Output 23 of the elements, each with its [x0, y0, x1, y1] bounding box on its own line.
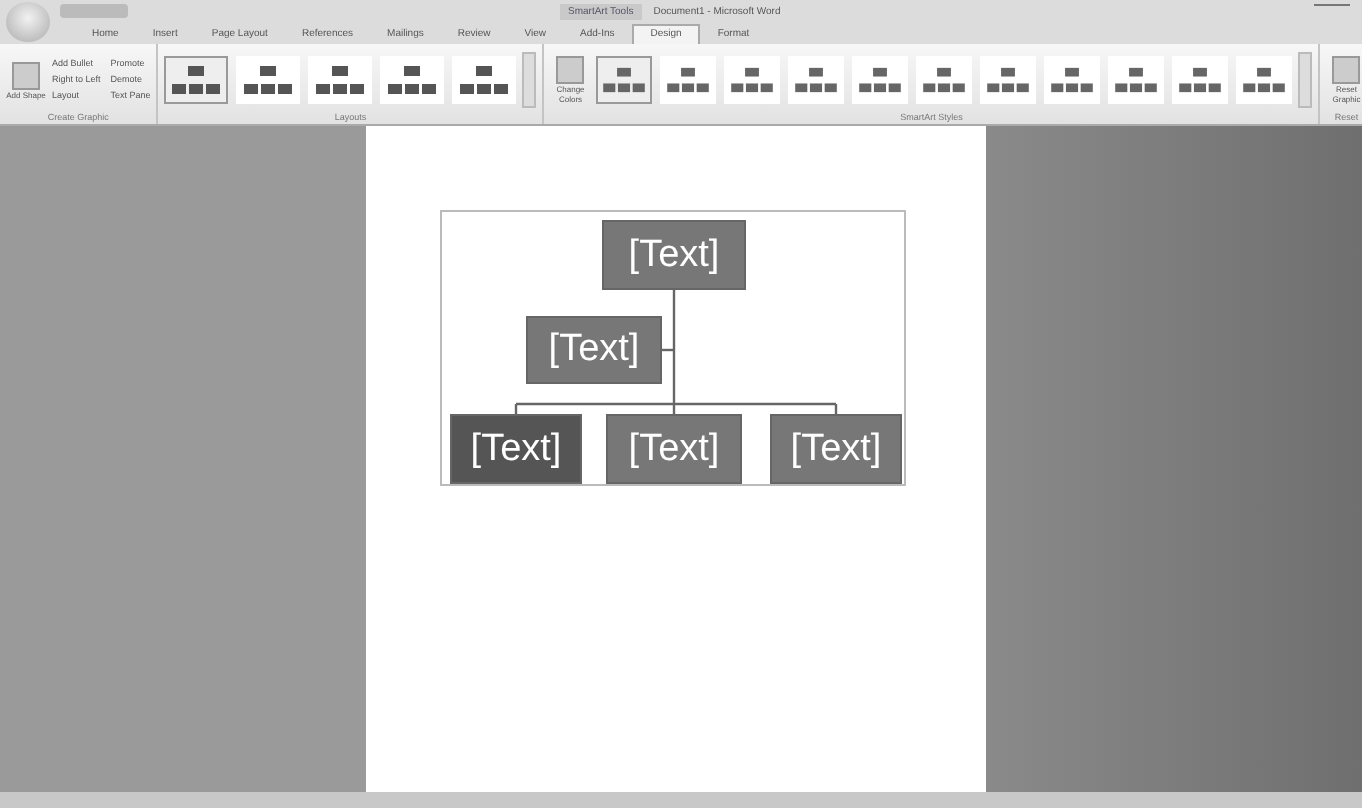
- style-thumbnail[interactable]: [788, 56, 845, 104]
- style-thumbnail[interactable]: [980, 56, 1037, 104]
- style-thumbnail[interactable]: [1044, 56, 1101, 104]
- style-thumbnail[interactable]: [1236, 56, 1293, 104]
- top-text-box[interactable]: [Text]: [602, 220, 746, 290]
- layout-thumbnail[interactable]: [380, 56, 445, 104]
- child-text-box[interactable]: [Text]: [606, 414, 742, 484]
- layout-thumbnail[interactable]: [236, 56, 301, 104]
- child-text-box[interactable]: [Text]: [770, 414, 902, 484]
- style-thumbnail[interactable]: [1108, 56, 1165, 104]
- assistant-text-box[interactable]: [Text]: [526, 316, 662, 384]
- style-thumbnail[interactable]: [660, 56, 717, 104]
- assistant-connector-line: [662, 348, 674, 352]
- smartart-frame[interactable]: [Text] [Text] [Text] [Text] [Text]: [440, 210, 906, 486]
- style-thumbnail[interactable]: [852, 56, 909, 104]
- layout-thumbnail[interactable]: [452, 56, 517, 104]
- layout-thumbnail[interactable]: [164, 56, 229, 104]
- layout-thumbnail[interactable]: [308, 56, 373, 104]
- style-thumbnail[interactable]: [596, 56, 653, 104]
- style-thumbnail[interactable]: [724, 56, 781, 104]
- child-text-box[interactable]: [Text]: [450, 414, 582, 484]
- style-thumbnail[interactable]: [1172, 56, 1229, 104]
- style-thumbnail[interactable]: [916, 56, 973, 104]
